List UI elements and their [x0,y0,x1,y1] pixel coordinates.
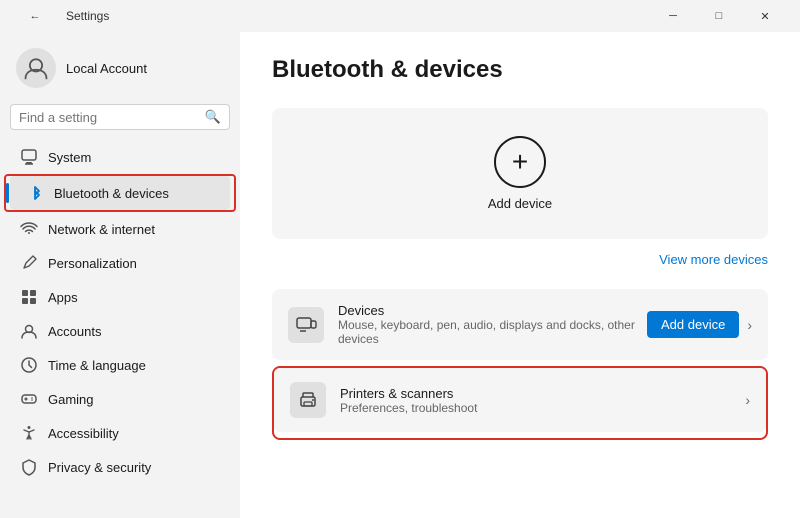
network-icon [20,220,38,238]
sidebar-item-accounts[interactable]: Accounts [4,314,236,348]
printers-row[interactable]: Printers & scanners Preferences, trouble… [274,368,766,432]
devices-row-chevron: › [747,317,752,333]
system-icon [20,148,38,166]
view-more-section: View more devices [272,251,768,269]
add-device-label: Add device [488,196,552,211]
sidebar-item-apps[interactable]: Apps [4,280,236,314]
sidebar-item-accounts-label: Accounts [48,324,101,339]
sidebar-item-system-label: System [48,150,91,165]
sidebar-item-system[interactable]: System [4,140,236,174]
sidebar-item-bluetooth-label: Bluetooth & devices [54,186,169,201]
sidebar-item-privacy-label: Privacy & security [48,460,151,475]
user-section: Local Account [0,40,240,104]
gaming-icon [20,390,38,408]
sidebar-item-accessibility[interactable]: Accessibility [4,416,236,450]
sidebar-item-apps-label: Apps [48,290,78,305]
devices-row-action: Add device › [647,311,752,338]
sidebar-item-personalization[interactable]: Personalization [4,246,236,280]
sidebar-item-accessibility-label: Accessibility [48,426,119,441]
titlebar-left: ← Settings [12,0,109,32]
sidebar-item-time[interactable]: Time & language [4,348,236,382]
devices-row[interactable]: Devices Mouse, keyboard, pen, audio, dis… [272,289,768,360]
personalization-icon [20,254,38,272]
bluetooth-icon [26,184,44,202]
titlebar-title: Settings [66,9,109,23]
search-icon: 🔍 [205,109,221,125]
search-input[interactable] [19,110,205,125]
main-content: Bluetooth & devices + Add device View mo… [240,32,800,518]
sidebar-item-time-label: Time & language [48,358,146,373]
add-device-plus-icon: + [494,136,546,188]
avatar [16,48,56,88]
sidebar-item-network[interactable]: Network & internet [4,212,236,246]
devices-row-subtitle: Mouse, keyboard, pen, audio, displays an… [338,318,647,346]
apps-icon [20,288,38,306]
sidebar-item-bluetooth[interactable]: Bluetooth & devices [10,176,230,210]
add-device-card[interactable]: + Add device [272,108,768,239]
printers-row-text: Printers & scanners Preferences, trouble… [340,386,745,415]
sidebar: Local Account 🔍 System Bluetooth & devic… [0,32,240,518]
devices-row-icon [288,307,324,343]
privacy-icon [20,458,38,476]
printers-row-chevron: › [745,392,750,408]
printers-row-title: Printers & scanners [340,386,745,401]
devices-row-text: Devices Mouse, keyboard, pen, audio, dis… [338,303,647,346]
minimize-button[interactable]: ─ [650,0,696,32]
close-button[interactable]: ✕ [742,0,788,32]
app-body: Local Account 🔍 System Bluetooth & devic… [0,32,800,518]
back-button[interactable]: ← [12,0,58,32]
page-title: Bluetooth & devices [272,56,768,84]
printers-highlight-border: Printers & scanners Preferences, trouble… [272,366,768,440]
time-icon [20,356,38,374]
sidebar-item-personalization-label: Personalization [48,256,137,271]
accounts-icon [20,322,38,340]
titlebar-controls: ─ □ ✕ [650,0,788,32]
devices-add-device-button[interactable]: Add device [647,311,739,338]
view-more-devices-link[interactable]: View more devices [659,252,768,267]
accessibility-icon [20,424,38,442]
printers-row-subtitle: Preferences, troubleshoot [340,401,745,415]
search-box[interactable]: 🔍 [10,104,230,130]
printers-row-icon [290,382,326,418]
printers-row-action: › [745,392,750,408]
maximize-button[interactable]: □ [696,0,742,32]
user-name: Local Account [66,61,147,76]
titlebar: ← Settings ─ □ ✕ [0,0,800,32]
bluetooth-highlight-border: Bluetooth & devices [4,174,236,212]
sidebar-item-network-label: Network & internet [48,222,155,237]
sidebar-item-gaming[interactable]: Gaming [4,382,236,416]
sidebar-item-privacy[interactable]: Privacy & security [4,450,236,484]
sidebar-item-gaming-label: Gaming [48,392,94,407]
devices-row-title: Devices [338,303,647,318]
